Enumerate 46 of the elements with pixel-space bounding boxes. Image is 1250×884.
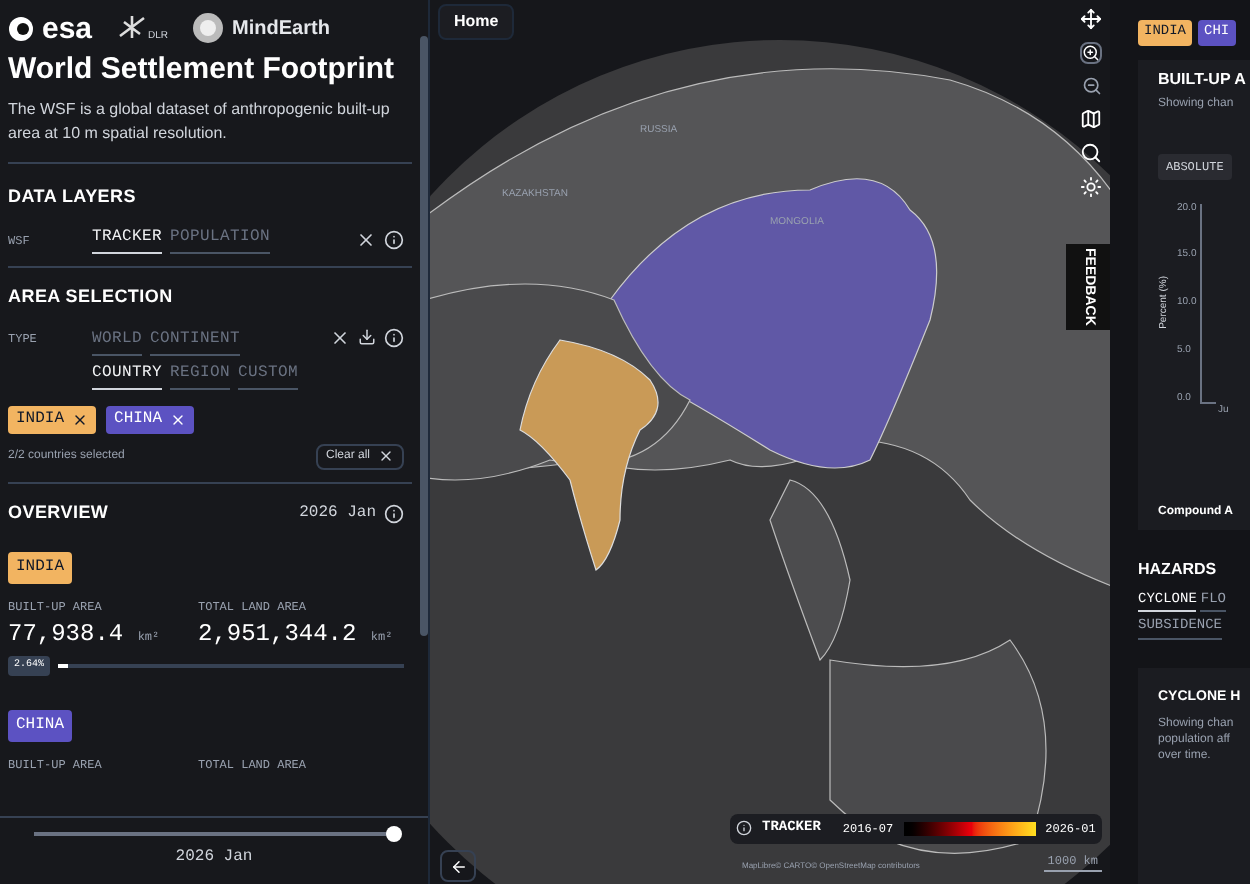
logo-text: esa [42, 13, 93, 43]
layer-option[interactable]: REGION [170, 361, 231, 390]
logo-icon [8, 15, 34, 41]
close-icon[interactable] [356, 230, 376, 251]
country-tag: INDIA [8, 552, 73, 585]
logo-icon [192, 12, 225, 44]
close-icon[interactable] [378, 448, 394, 465]
color-ramp [903, 821, 1036, 836]
info-icon[interactable] [736, 820, 752, 837]
zoom-in-icon[interactable] [1080, 42, 1102, 64]
close-icon[interactable] [72, 411, 89, 428]
sun-icon[interactable] [1080, 176, 1102, 198]
search-icon[interactable] [1080, 142, 1102, 164]
layer-option[interactable]: CUSTOM [238, 361, 299, 390]
country-chip[interactable]: CHINA [106, 405, 195, 434]
layer-option[interactable]: WORLD [92, 327, 143, 356]
pan-icon[interactable] [1080, 8, 1102, 30]
section-heading: OVERVIEW [8, 499, 109, 526]
back-button[interactable] [440, 850, 476, 882]
layer-option[interactable]: COUNTRY [92, 361, 163, 390]
app-title: World Settlement Footprint [8, 52, 397, 90]
layer-option[interactable]: CONTINENT [150, 327, 241, 356]
description: The WSF is a global dataset of anthropogenic built-up area at 10 m spatial resolution. [8, 97, 412, 164]
country-tag: CHINA [8, 709, 73, 742]
zoom-out-icon[interactable] [1081, 76, 1101, 96]
logo-icon [116, 14, 149, 42]
country-chip[interactable]: INDIA [8, 405, 97, 434]
layer-option[interactable]: POPULATION [170, 226, 271, 255]
overview-date: 2026 Jan [299, 501, 376, 525]
back-arrow-icon [449, 857, 467, 875]
section-heading: AREA SELECTION [8, 284, 175, 311]
time-label: 2026 Jan [175, 846, 253, 870]
time-slider-thumb[interactable] [386, 826, 402, 842]
section-heading: DATA LAYERS [8, 183, 138, 210]
map-icon[interactable] [1080, 108, 1102, 130]
section-heading: HAZARDS [1138, 557, 1219, 581]
info-icon[interactable] [384, 230, 404, 251]
close-icon[interactable] [330, 327, 350, 348]
info-icon[interactable] [384, 327, 404, 348]
layer-option[interactable]: TRACKER [92, 226, 163, 255]
download-icon[interactable] [358, 327, 376, 346]
card-title: BUILT-UP A [1158, 67, 1248, 91]
close-icon[interactable] [170, 411, 187, 428]
info-icon[interactable] [384, 503, 404, 523]
home-button[interactable]: Home [438, 4, 515, 40]
logo-text: MindEarth [232, 15, 330, 43]
